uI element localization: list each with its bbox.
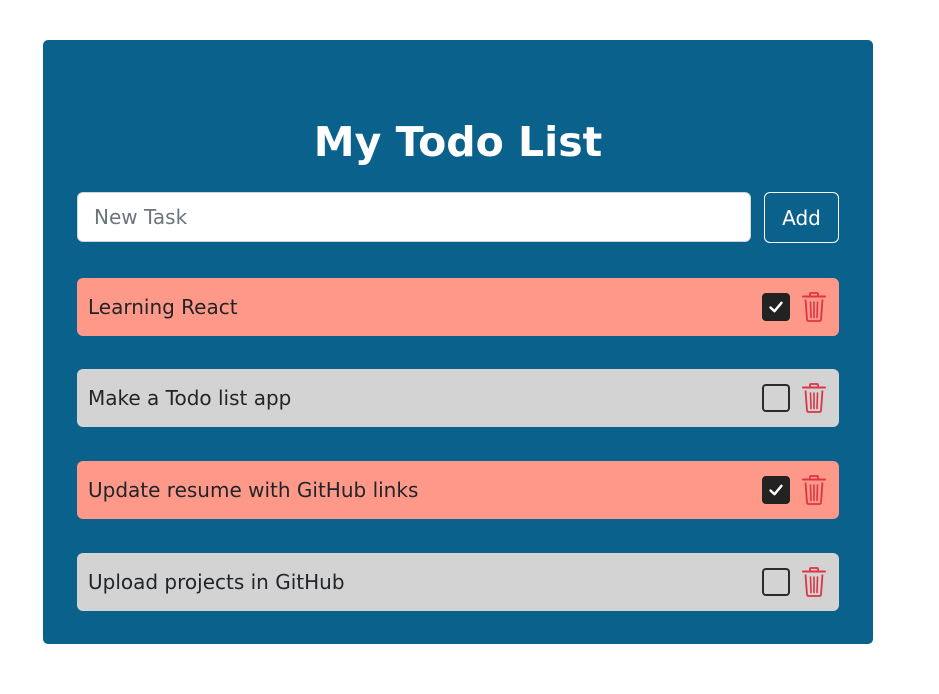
- task-text: Update resume with GitHub links: [88, 478, 419, 502]
- task-item: Learning React: [77, 278, 839, 336]
- task-complete-checkbox[interactable]: [762, 568, 790, 596]
- task-complete-checkbox[interactable]: [762, 384, 790, 412]
- todo-card: My Todo List Add Learning React Make a T…: [43, 40, 873, 644]
- new-task-input[interactable]: [77, 192, 751, 242]
- trash-icon[interactable]: [801, 383, 827, 413]
- task-item: Update resume with GitHub links: [77, 461, 839, 519]
- task-item: Upload projects in GitHub: [77, 553, 839, 611]
- task-text: Upload projects in GitHub: [88, 570, 345, 594]
- add-task-button[interactable]: Add: [764, 192, 839, 243]
- task-item: Make a Todo list app: [77, 369, 839, 427]
- task-text: Learning React: [88, 295, 238, 319]
- trash-icon[interactable]: [801, 567, 827, 597]
- task-complete-checkbox[interactable]: [762, 476, 790, 504]
- page-title: My Todo List: [313, 118, 603, 166]
- trash-icon[interactable]: [801, 475, 827, 505]
- check-icon: [769, 301, 783, 313]
- check-icon: [769, 484, 783, 496]
- trash-icon[interactable]: [801, 292, 827, 322]
- task-complete-checkbox[interactable]: [762, 293, 790, 321]
- task-text: Make a Todo list app: [88, 386, 292, 410]
